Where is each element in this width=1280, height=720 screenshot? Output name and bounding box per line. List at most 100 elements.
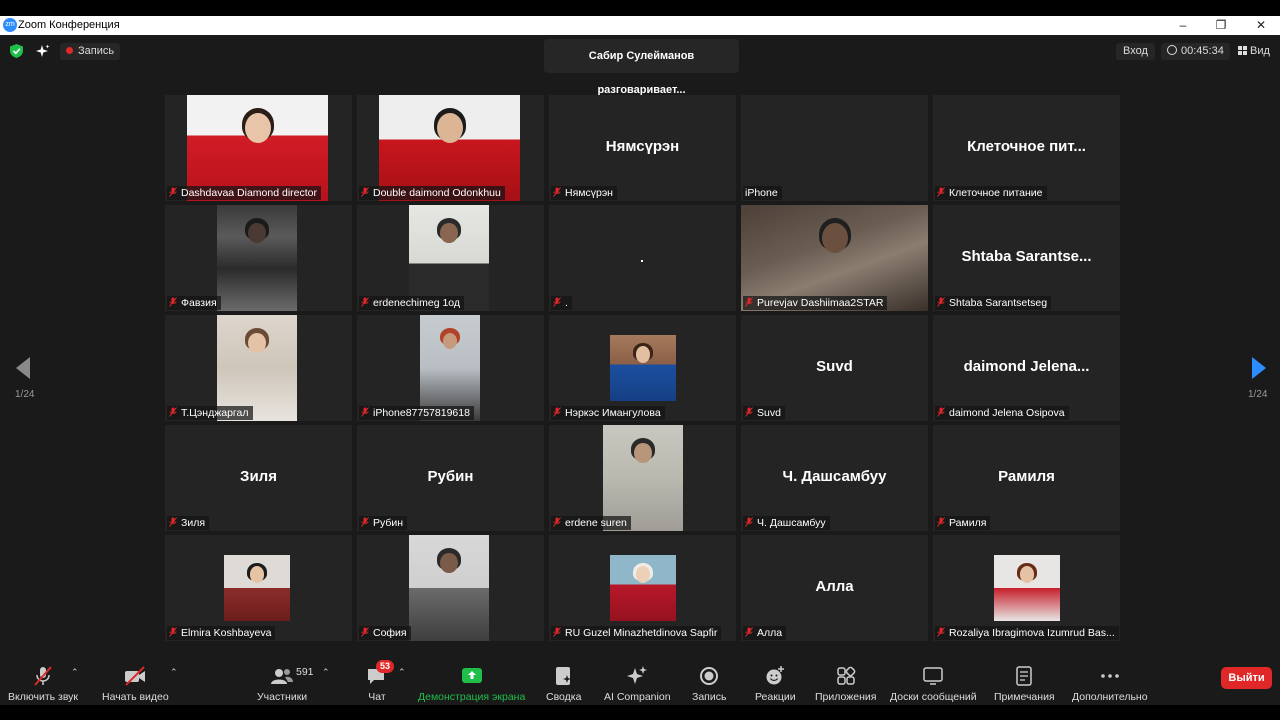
participants-icon [271, 669, 294, 684]
participant-tile[interactable]: erdene suren [549, 425, 736, 531]
participant-tile[interactable]: Shtaba Sarantse... Shtaba Sarantsetseg [933, 205, 1120, 311]
page-indicator-left: 1/24 [15, 389, 35, 400]
participants-label: Участники [257, 691, 308, 703]
summary-label: Сводка [546, 691, 582, 703]
participant-name: Double daimond Odonkhuu [373, 187, 501, 199]
participant-tile[interactable]: Т.Цэнджаргал [165, 315, 352, 421]
participant-tile[interactable]: Рубин Рубин [357, 425, 544, 531]
page-indicator-right: 1/24 [1248, 389, 1268, 400]
participant-tile[interactable]: Клеточное пит... Клеточное питание [933, 95, 1120, 201]
participant-tile[interactable]: Purevjav Dashiimaa2STAR [741, 205, 928, 311]
participant-name-label: Рамиля [935, 516, 991, 530]
mic-muted-icon [553, 187, 561, 197]
maximize-button[interactable]: ❐ [1202, 16, 1240, 35]
participant-name: Elmira Koshbayeva [181, 627, 272, 639]
participant-name: erdenechimeg 1од [373, 297, 461, 309]
participant-name: Ч. Дашсамбуу [757, 517, 826, 529]
mic-muted-icon [745, 517, 753, 527]
participant-tile[interactable]: Алла Алла [741, 535, 928, 641]
participant-display-name: Алла [815, 578, 854, 595]
notes-button[interactable]: Примечания [994, 665, 1055, 703]
participant-tile[interactable]: daimond Jelena... daimond Jelena Osipova [933, 315, 1120, 421]
more-label: Дополнительно [1072, 691, 1148, 703]
participant-tile[interactable]: iPhone [741, 95, 928, 201]
video-gallery: Dashdavaa Diamond director Double daimond… [165, 95, 1120, 641]
participant-tile[interactable]: Rozaliya Ibragimova Izumrud Bas... [933, 535, 1120, 641]
video-off-icon [125, 666, 146, 686]
summary-button[interactable]: Сводка [546, 665, 581, 703]
ai-sparkle-icon[interactable] [36, 44, 50, 58]
notes-label: Примечания [994, 691, 1055, 703]
participant-name-label: Фавзия [167, 296, 221, 310]
share-screen-button[interactable]: Демонстрация экрана [418, 665, 525, 703]
participant-name: Зиля [181, 517, 206, 529]
unmute-button[interactable]: Включить звук [8, 665, 78, 703]
share-screen-label: Демонстрация экрана [418, 691, 526, 703]
whiteboards-button[interactable]: Доски сообщений [890, 665, 977, 703]
participant-name-label: iPhone87757819618 [359, 406, 474, 420]
participant-name-label: Нямсүрэн [551, 186, 617, 200]
participant-tile[interactable]: Double daimond Odonkhuu [357, 95, 544, 201]
participant-tile[interactable]: Ч. Дашсамбуу Ч. Дашсамбуу [741, 425, 928, 531]
participant-tile[interactable]: Dashdavaa Diamond director [165, 95, 352, 201]
participant-name-label: Ч. Дашсамбуу [743, 516, 830, 530]
participant-tile[interactable]: . [549, 205, 736, 311]
participant-tile[interactable]: RU Guzel Minazhetdinova Sapfir [549, 535, 736, 641]
participant-name: Dashdavaa Diamond director [181, 187, 317, 199]
recording-indicator[interactable]: Запись [60, 43, 121, 60]
mic-muted-icon [34, 666, 52, 686]
ai-companion-button[interactable]: AI Companion [604, 665, 671, 703]
mic-muted-icon [169, 407, 177, 417]
audio-options-caret-icon[interactable]: ⌃ [71, 667, 79, 678]
reactions-button[interactable]: Реакции [755, 665, 796, 703]
participant-tile[interactable]: Elmira Koshbayeva [165, 535, 352, 641]
apps-button[interactable]: Приложения [815, 665, 876, 703]
participant-tile[interactable]: Фавзия [165, 205, 352, 311]
participant-name-label: . [551, 296, 572, 310]
participant-name-label: София [359, 626, 411, 640]
participant-name: Алла [757, 627, 783, 639]
mic-muted-icon [937, 407, 945, 417]
participant-name: Suvd [757, 407, 781, 419]
participant-tile[interactable]: София [357, 535, 544, 641]
video-options-caret-icon[interactable]: ⌃ [170, 667, 178, 678]
meeting-window: Запись Сабир Сулейманов разговаривает...… [0, 35, 1280, 705]
view-button[interactable]: Вид [1234, 43, 1274, 60]
participant-tile[interactable]: Рамиля Рамиля [933, 425, 1120, 531]
chat-caret-icon[interactable]: ⌃ [398, 667, 406, 678]
participants-caret-icon[interactable]: ⌃ [322, 667, 330, 678]
meeting-toolbar: Включить звук ⌃ Начать видео ⌃ Участники… [0, 651, 1280, 705]
shield-icon[interactable] [10, 44, 23, 58]
start-video-button[interactable]: Начать видео [102, 665, 169, 703]
record-label: Запись [692, 691, 727, 703]
mic-muted-icon [937, 517, 945, 527]
reaction-smiley-icon [766, 666, 785, 685]
minimize-button[interactable]: – [1164, 16, 1202, 35]
participant-name-label: Зиля [167, 516, 210, 530]
participant-display-name: Ч. Дашсамбуу [782, 468, 887, 485]
next-page-arrow-icon[interactable] [1252, 357, 1266, 379]
share-screen-icon [461, 668, 482, 683]
prev-page-arrow-icon[interactable] [16, 357, 30, 379]
participant-video [224, 555, 290, 621]
leave-meeting-button[interactable]: Выйти [1221, 667, 1272, 689]
participant-tile[interactable]: Suvd Suvd [741, 315, 928, 421]
more-dots-icon [1100, 674, 1119, 678]
participant-tile[interactable]: erdenechimeg 1од [357, 205, 544, 311]
mic-muted-icon [553, 407, 561, 417]
mic-muted-icon [361, 627, 369, 637]
participant-display-name: Рамиля [998, 468, 1055, 485]
close-window-button[interactable]: ✕ [1242, 16, 1280, 35]
signin-button[interactable]: Вход [1116, 43, 1155, 60]
record-button[interactable]: Запись [692, 665, 726, 703]
more-button[interactable]: Дополнительно [1072, 665, 1148, 703]
participant-tile[interactable]: Зиля Зиля [165, 425, 352, 531]
participant-name: iPhone87757819618 [373, 407, 470, 419]
participant-tile[interactable]: Нэркэс Имангулова [549, 315, 736, 421]
participant-display-name: Клеточное пит... [967, 138, 1086, 155]
participant-tile[interactable]: iPhone87757819618 [357, 315, 544, 421]
participant-tile[interactable]: Нямсүрэн Нямсүрэн [549, 95, 736, 201]
participant-video [610, 335, 676, 401]
participant-name-label: Elmira Koshbayeva [167, 626, 276, 640]
participant-video [409, 535, 489, 641]
